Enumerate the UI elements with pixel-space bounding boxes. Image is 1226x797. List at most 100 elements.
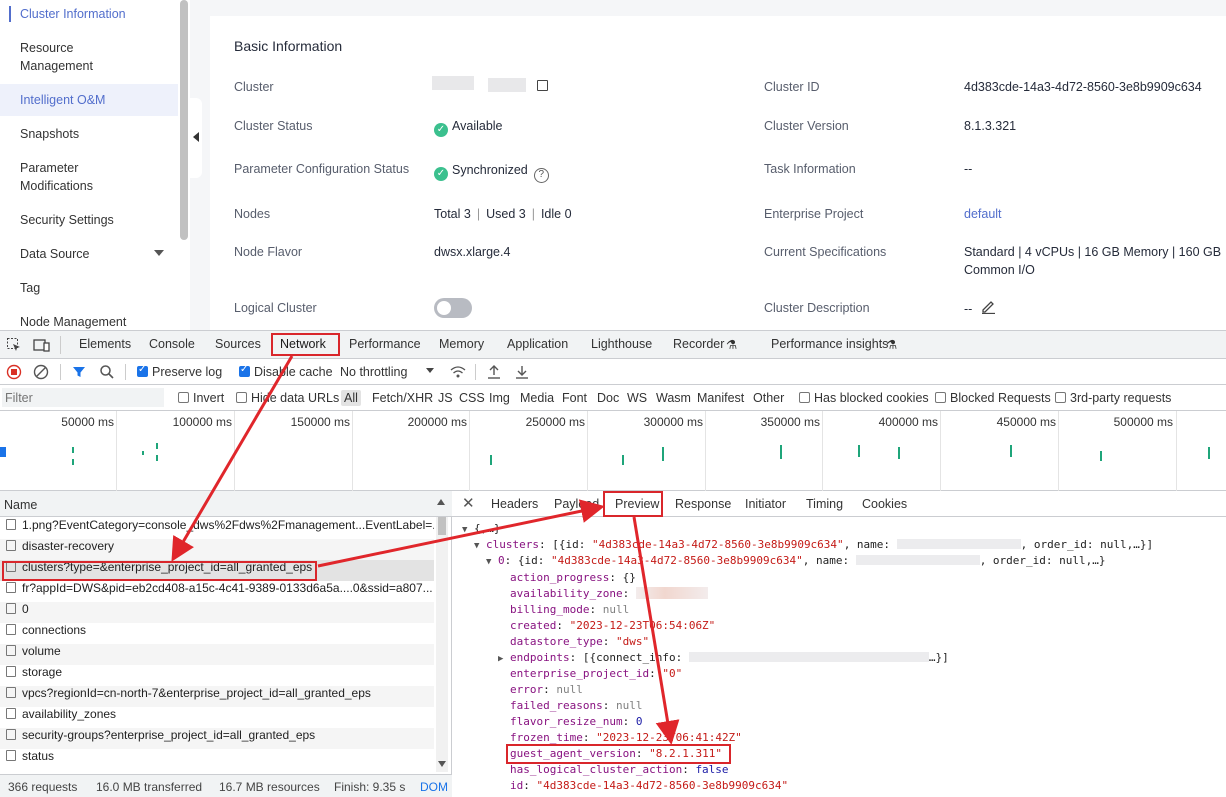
table-row[interactable]: disaster-recovery	[0, 539, 434, 560]
filter-type-manifest[interactable]: Manifest	[697, 391, 744, 405]
expand-triangle-icon[interactable]: ▶	[498, 654, 503, 664]
tab-memory[interactable]: Memory	[439, 337, 484, 351]
sidebar-item-intelligent-om[interactable]: Intelligent O&M	[20, 91, 170, 109]
table-row[interactable]: storage	[0, 665, 434, 686]
json-property-action-progress[interactable]: action_progress: {}	[510, 571, 636, 584]
tab-performance-insights[interactable]: Performance insights	[771, 337, 888, 351]
enterprise-project-link[interactable]: default	[964, 207, 1002, 221]
json-property-endpoints[interactable]: ▶ endpoints: [{connect_info: …}]	[498, 651, 949, 664]
network-timeline[interactable]: 50000 ms 100000 ms 150000 ms 200000 ms 2…	[0, 411, 1226, 491]
device-toolbar-icon[interactable]	[33, 337, 51, 353]
table-row[interactable]: volume	[0, 644, 434, 665]
filter-type-css[interactable]: CSS	[459, 391, 485, 405]
sidebar-scrollbar[interactable]	[180, 0, 188, 240]
scrollbar-thumb[interactable]	[438, 517, 446, 535]
filter-icon[interactable]	[71, 364, 87, 380]
expand-triangle-icon[interactable]: ▼	[474, 541, 479, 551]
expand-triangle-icon[interactable]: ▼	[486, 557, 491, 567]
hide-data-urls-checkbox[interactable]: Hide data URLs	[236, 391, 339, 405]
tab-application[interactable]: Application	[507, 337, 568, 351]
clear-icon[interactable]	[33, 364, 49, 380]
tab-elements[interactable]: Elements	[79, 337, 131, 351]
sidebar-item-resource-management[interactable]: Resource Management	[20, 39, 110, 75]
sidebar-item-security-settings[interactable]: Security Settings	[20, 211, 170, 229]
json-property-created[interactable]: created: "2023-12-23T06:54:06Z"	[510, 619, 715, 632]
tab-initiator[interactable]: Initiator	[745, 497, 786, 511]
preserve-log-checkbox[interactable]: Preserve log	[137, 364, 222, 379]
table-row[interactable]: vpcs?regionId=cn-north-7&enterprise_proj…	[0, 686, 434, 707]
filter-type-js[interactable]: JS	[438, 391, 453, 405]
expand-triangle-icon[interactable]: ▼	[462, 525, 467, 535]
help-icon[interactable]: ?	[533, 168, 549, 183]
tab-sources[interactable]: Sources	[215, 337, 261, 351]
table-row[interactable]: 1.png?EventCategory=console_dws%2Fdws%2F…	[0, 518, 434, 539]
json-property-failed-reasons[interactable]: failed_reasons: null	[510, 699, 642, 712]
filter-type-img[interactable]: Img	[489, 391, 510, 405]
filter-type-doc[interactable]: Doc	[597, 391, 619, 405]
network-conditions-icon[interactable]	[449, 364, 467, 380]
sidebar-item-cluster-information[interactable]: Cluster Information	[20, 5, 170, 23]
record-stop-icon[interactable]	[6, 364, 22, 380]
filter-type-ws[interactable]: WS	[627, 391, 647, 405]
json-root[interactable]: ▼ {,…}	[462, 522, 501, 535]
sidebar-item-snapshots[interactable]: Snapshots	[20, 125, 170, 143]
logical-cluster-toggle[interactable]	[434, 298, 472, 318]
dropdown-caret-icon[interactable]	[426, 368, 434, 373]
request-list-scrollbar[interactable]	[436, 517, 448, 772]
tab-timing[interactable]: Timing	[806, 497, 843, 511]
tab-performance[interactable]: Performance	[349, 337, 421, 351]
invert-checkbox[interactable]: Invert	[178, 391, 224, 405]
json-property-billing-mode[interactable]: billing_mode: null	[510, 603, 629, 616]
export-har-icon[interactable]	[514, 364, 530, 380]
sidebar-item-tag[interactable]: Tag	[20, 279, 170, 297]
sidebar-item-parameter-modifications[interactable]: Parameter Modifications	[20, 159, 110, 195]
tab-console[interactable]: Console	[149, 337, 195, 351]
has-blocked-cookies-checkbox[interactable]: Has blocked cookies	[799, 391, 929, 405]
filter-type-font[interactable]: Font	[562, 391, 587, 405]
inspect-element-icon[interactable]	[6, 337, 22, 353]
close-icon[interactable]: ✕	[462, 494, 475, 512]
table-row[interactable]: security-groups?enterprise_project_id=al…	[0, 728, 434, 749]
json-property-frozen-time[interactable]: frozen_time: "2023-12-23T06:41:42Z"	[510, 731, 742, 744]
sort-asc-icon[interactable]	[437, 499, 445, 505]
copy-icon[interactable]	[537, 80, 548, 91]
json-property-datastore-type[interactable]: datastore_type: "dws"	[510, 635, 649, 648]
tab-payload[interactable]: Payload	[554, 497, 599, 511]
json-property-flavor-resize-num[interactable]: flavor_resize_num: 0	[510, 715, 642, 728]
json-property-has-logical-cluster-action[interactable]: has_logical_cluster_action: false	[510, 763, 729, 776]
sidebar-collapse-button[interactable]	[190, 98, 202, 178]
sidebar-item-node-management[interactable]: Node Management	[20, 313, 170, 330]
throttling-select[interactable]: No throttling	[340, 365, 407, 379]
tab-recorder[interactable]: Recorder	[673, 337, 724, 351]
filter-type-media[interactable]: Media	[520, 391, 554, 405]
tab-lighthouse[interactable]: Lighthouse	[591, 337, 652, 351]
disable-cache-checkbox[interactable]: Disable cache	[239, 364, 333, 379]
json-property-availability-zone[interactable]: availability_zone:	[510, 587, 708, 600]
sidebar-item-data-source[interactable]: Data Source	[20, 245, 170, 263]
filter-type-all[interactable]: All	[341, 390, 361, 406]
json-property-enterprise-project-id[interactable]: enterprise_project_id: "0"	[510, 667, 682, 680]
table-row[interactable]: status	[0, 749, 434, 770]
table-row[interactable]: 0	[0, 602, 434, 623]
chevron-down-icon[interactable]	[154, 250, 164, 256]
filter-input[interactable]	[2, 388, 164, 407]
json-property-id[interactable]: id: "4d383cde-14a3-4d72-8560-3e8b9909c63…	[510, 779, 788, 792]
blocked-requests-checkbox[interactable]: Blocked Requests	[935, 391, 1051, 405]
import-har-icon[interactable]	[486, 364, 502, 380]
table-row[interactable]: fr?appId=DWS&pid=eb2cd408-a15c-4c41-9389…	[0, 581, 434, 602]
tab-headers[interactable]: Headers	[491, 497, 538, 511]
json-clusters[interactable]: ▼ clusters: [{id: "4d383cde-14a3-4d72-85…	[474, 538, 1153, 551]
edit-icon[interactable]	[980, 298, 996, 314]
filter-type-other[interactable]: Other	[753, 391, 784, 405]
column-name-header[interactable]: Name	[4, 498, 37, 512]
third-party-requests-checkbox[interactable]: 3rd-party requests	[1055, 391, 1171, 405]
tab-cookies[interactable]: Cookies	[862, 497, 907, 511]
table-row[interactable]: connections	[0, 623, 434, 644]
tab-response[interactable]: Response	[675, 497, 731, 511]
search-icon[interactable]	[99, 364, 115, 380]
filter-type-wasm[interactable]: Wasm	[656, 391, 691, 405]
json-item-0[interactable]: ▼ 0: {id: "4d383cde-14a3-4d72-8560-3e8b9…	[486, 554, 1106, 567]
json-property-error[interactable]: error: null	[510, 683, 583, 696]
scroll-down-icon[interactable]	[438, 761, 446, 767]
table-row[interactable]: availability_zones	[0, 707, 434, 728]
